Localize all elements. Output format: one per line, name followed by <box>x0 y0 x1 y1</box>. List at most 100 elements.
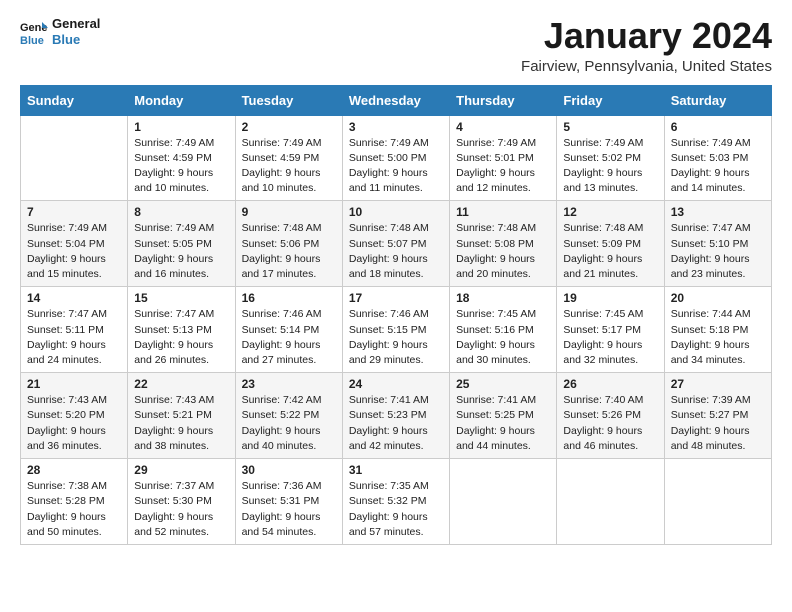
day-info: Sunrise: 7:42 AMSunset: 5:22 PMDaylight:… <box>242 393 336 454</box>
day-number: 23 <box>242 377 336 391</box>
day-number: 1 <box>134 120 228 134</box>
calendar-cell: 25 Sunrise: 7:41 AMSunset: 5:25 PMDayligh… <box>450 373 557 459</box>
day-info: Sunrise: 7:47 AMSunset: 5:13 PMDaylight:… <box>134 307 228 368</box>
day-number: 16 <box>242 291 336 305</box>
calendar-cell: 27 Sunrise: 7:39 AMSunset: 5:27 PMDayligh… <box>664 373 771 459</box>
calendar-cell: 23 Sunrise: 7:42 AMSunset: 5:22 PMDayligh… <box>235 373 342 459</box>
calendar-cell: 7 Sunrise: 7:49 AMSunset: 5:04 PMDaylight… <box>21 201 128 287</box>
day-number: 8 <box>134 205 228 219</box>
day-info: Sunrise: 7:49 AMSunset: 4:59 PMDaylight:… <box>134 136 228 197</box>
day-info: Sunrise: 7:36 AMSunset: 5:31 PMDaylight:… <box>242 479 336 540</box>
calendar-cell <box>450 459 557 545</box>
weekday-header-saturday: Saturday <box>664 85 771 115</box>
day-info: Sunrise: 7:49 AMSunset: 5:05 PMDaylight:… <box>134 221 228 282</box>
svg-text:Blue: Blue <box>20 35 44 46</box>
calendar-cell: 16 Sunrise: 7:46 AMSunset: 5:14 PMDayligh… <box>235 287 342 373</box>
day-number: 15 <box>134 291 228 305</box>
week-row-4: 21Sunrise: 7:43 AMSunset: 5:20 PMDayligh… <box>21 373 772 459</box>
day-info: Sunrise: 7:48 AMSunset: 5:08 PMDaylight:… <box>456 221 550 282</box>
day-info: Sunrise: 7:48 AMSunset: 5:06 PMDaylight:… <box>242 221 336 282</box>
calendar-cell: 12Sunrise: 7:48 AMSunset: 5:09 PMDayligh… <box>557 201 664 287</box>
day-info: Sunrise: 7:45 AMSunset: 5:17 PMDaylight:… <box>563 307 657 368</box>
day-number: 2 <box>242 120 336 134</box>
day-number: 26 <box>563 377 657 391</box>
calendar-cell: 21Sunrise: 7:43 AMSunset: 5:20 PMDayligh… <box>21 373 128 459</box>
day-info: Sunrise: 7:41 AMSunset: 5:23 PMDaylight:… <box>349 393 443 454</box>
calendar-cell: 14Sunrise: 7:47 AMSunset: 5:11 PMDayligh… <box>21 287 128 373</box>
calendar-cell: 2 Sunrise: 7:49 AMSunset: 4:59 PMDaylight… <box>235 115 342 201</box>
calendar-cell: 8 Sunrise: 7:49 AMSunset: 5:05 PMDaylight… <box>128 201 235 287</box>
day-info: Sunrise: 7:49 AMSunset: 4:59 PMDaylight:… <box>242 136 336 197</box>
day-info: Sunrise: 7:48 AMSunset: 5:09 PMDaylight:… <box>563 221 657 282</box>
day-number: 27 <box>671 377 765 391</box>
day-info: Sunrise: 7:44 AMSunset: 5:18 PMDaylight:… <box>671 307 765 368</box>
logo: General Blue General Blue <box>20 16 100 47</box>
day-number: 20 <box>671 291 765 305</box>
weekday-header-sunday: Sunday <box>21 85 128 115</box>
calendar-cell: 15 Sunrise: 7:47 AMSunset: 5:13 PMDayligh… <box>128 287 235 373</box>
day-number: 28 <box>27 463 121 477</box>
day-info: Sunrise: 7:49 AMSunset: 5:01 PMDaylight:… <box>456 136 550 197</box>
week-row-5: 28Sunrise: 7:38 AMSunset: 5:28 PMDayligh… <box>21 459 772 545</box>
calendar-cell: 1 Sunrise: 7:49 AMSunset: 4:59 PMDaylight… <box>128 115 235 201</box>
weekday-header-tuesday: Tuesday <box>235 85 342 115</box>
day-number: 6 <box>671 120 765 134</box>
day-info: Sunrise: 7:49 AMSunset: 5:04 PMDaylight:… <box>27 221 121 282</box>
day-number: 4 <box>456 120 550 134</box>
day-number: 30 <box>242 463 336 477</box>
weekday-header-thursday: Thursday <box>450 85 557 115</box>
day-info: Sunrise: 7:47 AMSunset: 5:10 PMDaylight:… <box>671 221 765 282</box>
calendar-cell: 9Sunrise: 7:48 AMSunset: 5:06 PMDaylight… <box>235 201 342 287</box>
day-info: Sunrise: 7:49 AMSunset: 5:03 PMDaylight:… <box>671 136 765 197</box>
day-number: 22 <box>134 377 228 391</box>
calendar-cell: 26Sunrise: 7:40 AMSunset: 5:26 PMDayligh… <box>557 373 664 459</box>
calendar-cell: 31Sunrise: 7:35 AMSunset: 5:32 PMDayligh… <box>342 459 449 545</box>
calendar-cell: 29 Sunrise: 7:37 AMSunset: 5:30 PMDayligh… <box>128 459 235 545</box>
weekday-header-wednesday: Wednesday <box>342 85 449 115</box>
day-number: 14 <box>27 291 121 305</box>
day-info: Sunrise: 7:49 AMSunset: 5:00 PMDaylight:… <box>349 136 443 197</box>
calendar-cell: 24 Sunrise: 7:41 AMSunset: 5:23 PMDayligh… <box>342 373 449 459</box>
calendar-cell: 5 Sunrise: 7:49 AMSunset: 5:02 PMDaylight… <box>557 115 664 201</box>
day-number: 31 <box>349 463 443 477</box>
day-info: Sunrise: 7:45 AMSunset: 5:16 PMDaylight:… <box>456 307 550 368</box>
day-info: Sunrise: 7:46 AMSunset: 5:14 PMDaylight:… <box>242 307 336 368</box>
day-number: 24 <box>349 377 443 391</box>
weekday-header-friday: Friday <box>557 85 664 115</box>
day-info: Sunrise: 7:49 AMSunset: 5:02 PMDaylight:… <box>563 136 657 197</box>
calendar-cell: 4 Sunrise: 7:49 AMSunset: 5:01 PMDaylight… <box>450 115 557 201</box>
day-info: Sunrise: 7:41 AMSunset: 5:25 PMDaylight:… <box>456 393 550 454</box>
logo-icon: General Blue <box>20 18 48 46</box>
header-row: SundayMondayTuesdayWednesdayThursdayFrid… <box>21 85 772 115</box>
calendar-cell: 18Sunrise: 7:45 AMSunset: 5:16 PMDayligh… <box>450 287 557 373</box>
week-row-3: 14Sunrise: 7:47 AMSunset: 5:11 PMDayligh… <box>21 287 772 373</box>
calendar-cell <box>557 459 664 545</box>
day-info: Sunrise: 7:43 AMSunset: 5:21 PMDaylight:… <box>134 393 228 454</box>
day-number: 19 <box>563 291 657 305</box>
day-number: 10 <box>349 205 443 219</box>
calendar-cell: 17Sunrise: 7:46 AMSunset: 5:15 PMDayligh… <box>342 287 449 373</box>
header: General Blue General Blue January 2024 F… <box>20 16 772 75</box>
calendar-cell: 22 Sunrise: 7:43 AMSunset: 5:21 PMDayligh… <box>128 373 235 459</box>
calendar-table: SundayMondayTuesdayWednesdayThursdayFrid… <box>20 85 772 545</box>
month-title: January 2024 <box>521 16 772 56</box>
day-number: 11 <box>456 205 550 219</box>
week-row-1: 1 Sunrise: 7:49 AMSunset: 4:59 PMDaylight… <box>21 115 772 201</box>
day-number: 17 <box>349 291 443 305</box>
title-area: January 2024 Fairview, Pennsylvania, Uni… <box>521 16 772 75</box>
weekday-header-monday: Monday <box>128 85 235 115</box>
calendar-cell: 10 Sunrise: 7:48 AMSunset: 5:07 PMDayligh… <box>342 201 449 287</box>
day-number: 13 <box>671 205 765 219</box>
day-info: Sunrise: 7:37 AMSunset: 5:30 PMDaylight:… <box>134 479 228 540</box>
day-number: 25 <box>456 377 550 391</box>
calendar-cell <box>664 459 771 545</box>
week-row-2: 7 Sunrise: 7:49 AMSunset: 5:04 PMDaylight… <box>21 201 772 287</box>
logo-line1: General <box>52 16 100 32</box>
calendar-cell: 30 Sunrise: 7:36 AMSunset: 5:31 PMDayligh… <box>235 459 342 545</box>
day-number: 7 <box>27 205 121 219</box>
day-info: Sunrise: 7:39 AMSunset: 5:27 PMDaylight:… <box>671 393 765 454</box>
day-number: 29 <box>134 463 228 477</box>
day-info: Sunrise: 7:43 AMSunset: 5:20 PMDaylight:… <box>27 393 121 454</box>
day-info: Sunrise: 7:48 AMSunset: 5:07 PMDaylight:… <box>349 221 443 282</box>
day-number: 5 <box>563 120 657 134</box>
